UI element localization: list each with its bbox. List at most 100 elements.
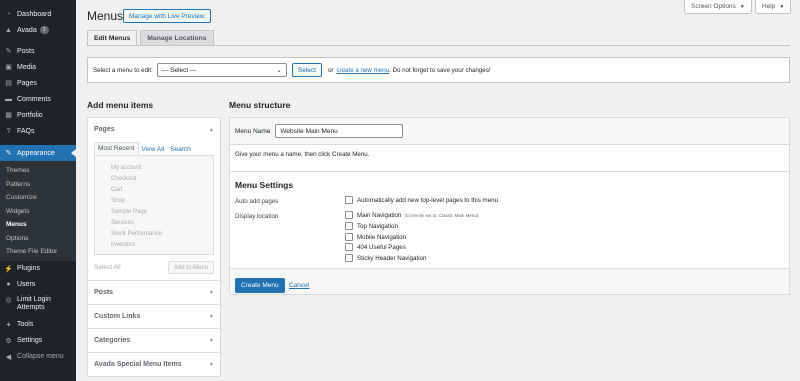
menu-select-dropdown[interactable]: — Select — ⌄ — [156, 63, 287, 77]
submenu-item-menus[interactable]: Menus — [0, 218, 76, 232]
collapse-menu-button[interactable]: ◀ Collapse menu — [0, 349, 76, 365]
location-top-navigation[interactable]: Top Navigation — [345, 222, 398, 230]
pages-accordion-header[interactable]: Pages ▲ — [88, 118, 220, 141]
posts-accordion[interactable]: Posts ▼ — [87, 280, 221, 305]
sidebar-item-avada[interactable]: ▲ Avada 1 — [0, 22, 76, 38]
submenu-item-widgets[interactable]: Widgets — [0, 205, 76, 219]
sidebar-item-pages[interactable]: ▤ Pages — [0, 75, 76, 91]
list-item[interactable]: Sample Page — [111, 206, 213, 217]
portfolio-icon: ▦ — [5, 112, 12, 119]
sidebar-item-portfolio[interactable]: ▦ Portfolio — [0, 107, 76, 123]
settings-icon: ⚙ — [5, 337, 12, 345]
location-label: Top Navigation — [357, 222, 398, 230]
categories-accordion-header[interactable]: Categories ▼ — [88, 329, 220, 352]
tab-edit-menus[interactable]: Edit Menus — [87, 30, 138, 46]
sidebar-item-tools[interactable]: ✦ Tools — [0, 317, 76, 333]
sidebar-item-label: Users — [17, 281, 36, 288]
sidebar-item-plugins[interactable]: ⚡ Plugins — [0, 261, 76, 277]
page-title: Menus — [87, 9, 124, 23]
sidebar-item-media[interactable]: ▣ Media — [0, 59, 76, 75]
sidebar-item-label: Comments — [17, 95, 51, 103]
sidebar-item-settings[interactable]: ⚙ Settings — [0, 333, 76, 349]
custom-links-accordion-header[interactable]: Custom Links ▼ — [88, 305, 220, 328]
auto-add-pages-label: Auto add pages — [235, 198, 279, 205]
location-checkbox[interactable] — [345, 222, 353, 230]
location-sticky-header-navigation[interactable]: Sticky Header Navigation — [345, 254, 426, 262]
tab-search[interactable]: Search — [167, 146, 194, 155]
create-new-menu-link[interactable]: create a new menu — [336, 67, 389, 74]
list-item[interactable]: My account — [111, 162, 213, 173]
location-label: 404 Useful Pages — [357, 243, 406, 251]
manage-live-preview-button[interactable]: Manage with Live Preview — [123, 9, 211, 23]
tab-manage-locations[interactable]: Manage Locations — [140, 30, 214, 45]
sidebar-item-comments[interactable]: ▬ Comments — [0, 91, 76, 107]
location-checkbox[interactable] — [345, 254, 353, 262]
sidebar-item-dashboard[interactable]: ◔ Dashboard — [0, 6, 76, 22]
location-checkbox[interactable] — [345, 233, 353, 241]
location-label: Sticky Header Navigation — [357, 254, 427, 262]
submenu-item-customize[interactable]: Customize — [0, 191, 76, 205]
accordion-title: Custom Links — [94, 313, 141, 320]
posts-accordion-header[interactable]: Posts ▼ — [88, 281, 220, 304]
select-all-link[interactable]: Select All — [94, 264, 121, 271]
update-count-badge: 1 — [39, 26, 49, 34]
menu-name-input[interactable]: Website Main Menu — [275, 124, 404, 138]
dashboard-icon: ◔ — [6, 10, 11, 18]
add-menu-items-heading: Add menu items — [87, 100, 154, 110]
location-checkbox[interactable] — [345, 243, 353, 251]
chevron-down-icon: ⌄ — [276, 67, 282, 74]
location-main-navigation[interactable]: Main Navigation (Currently set to: Class… — [345, 211, 478, 219]
location-checkbox[interactable] — [345, 211, 353, 219]
sidebar-item-label: FAQs — [17, 127, 35, 135]
tab-view-all[interactable]: View All — [139, 146, 168, 155]
auto-add-pages-checkbox[interactable] — [345, 196, 353, 204]
screen-options-button[interactable]: Screen Options ▼ — [684, 0, 752, 14]
submenu-item-themes[interactable]: Themes — [0, 164, 76, 178]
sidebar-item-label: Tools — [17, 321, 34, 328]
accordion-title: Pages — [94, 126, 115, 133]
menu-structure-footer: Create Menu Cancel — [230, 269, 789, 294]
avada-special-items-accordion[interactable]: Avada Special Menu Items ▼ — [87, 352, 221, 377]
pages-tabs: Most Recent View All Search — [94, 141, 214, 155]
custom-links-accordion[interactable]: Custom Links ▼ — [87, 304, 221, 329]
create-menu-button[interactable]: Create Menu — [235, 278, 285, 293]
faq-icon: ? — [6, 127, 11, 135]
sidebar-item-users[interactable]: ● Users — [0, 277, 76, 293]
sidebar-item-label: Posts — [17, 47, 35, 55]
list-item[interactable]: Services — [111, 217, 213, 228]
list-item[interactable]: Cart — [111, 184, 213, 195]
location-mobile-navigation[interactable]: Mobile Navigation — [345, 233, 406, 241]
list-item[interactable]: Investors — [111, 239, 213, 250]
accordion-title: Categories — [94, 337, 131, 344]
categories-accordion[interactable]: Categories ▼ — [87, 328, 221, 353]
help-button[interactable]: Help ▼ — [755, 0, 792, 14]
sidebar-item-label: Settings — [17, 337, 43, 344]
sidebar-item-label: Avada — [17, 26, 37, 34]
list-item[interactable]: Shop — [111, 195, 213, 206]
submenu-item-options[interactable]: Options — [0, 232, 76, 246]
caret-down-icon: ▼ — [209, 313, 214, 320]
submenu-item-patterns[interactable]: Patterns — [0, 178, 76, 192]
pages-accordion-body: Most Recent View All Search My account C… — [88, 141, 220, 280]
cancel-link[interactable]: Cancel — [289, 282, 309, 289]
tab-most-recent[interactable]: Most Recent — [94, 142, 139, 155]
avada-special-items-accordion-header[interactable]: Avada Special Menu Items ▼ — [88, 353, 220, 376]
menu-select-value: — Select — — [161, 66, 197, 74]
caret-down-icon: ▼ — [209, 289, 214, 296]
sidebar-item-faqs[interactable]: ? FAQs — [0, 123, 76, 139]
sidebar-item-posts[interactable]: ✎ Posts — [0, 43, 76, 59]
pages-icon: ▤ — [5, 80, 12, 87]
list-item[interactable]: Stock Performance — [111, 228, 213, 239]
submenu-item-theme-file-editor[interactable]: Theme File Editor — [0, 245, 76, 259]
sidebar-item-limit-login-attempts[interactable]: ◎ Limit Login Attempts — [0, 293, 76, 317]
auto-add-pages-option[interactable]: Automatically add new top-level pages to… — [345, 196, 498, 204]
sidebar-item-appearance[interactable]: ✎ Appearance — [0, 145, 76, 161]
list-item[interactable]: Checkout — [111, 173, 213, 184]
caret-down-icon: ▼ — [209, 337, 214, 344]
caret-down-icon: ▼ — [739, 3, 745, 10]
collapse-menu-label: Collapse menu — [17, 353, 64, 360]
collapse-icon: ◀ — [5, 353, 12, 361]
select-button[interactable]: Select — [291, 63, 322, 77]
location-404-useful-pages[interactable]: 404 Useful Pages — [345, 243, 406, 251]
add-to-menu-button[interactable]: Add to Menu — [167, 261, 214, 274]
